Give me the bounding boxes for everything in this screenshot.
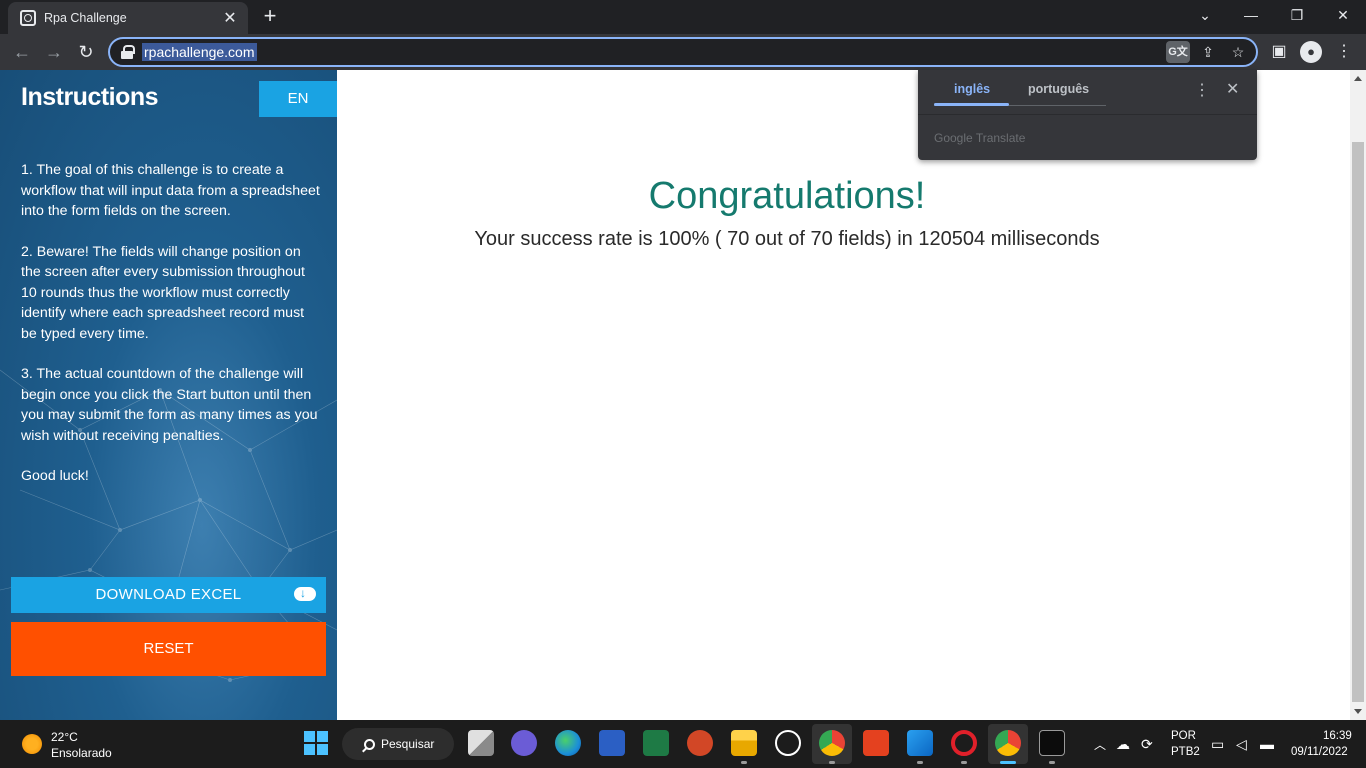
edge-browser-icon[interactable] <box>555 730 581 756</box>
excel-icon[interactable] <box>643 730 669 756</box>
url-text[interactable]: rpachallenge.com <box>142 43 257 61</box>
battery-icon[interactable]: ▬ <box>1260 736 1274 752</box>
scroll-down-arrow-icon[interactable] <box>1354 709 1362 714</box>
chrome-icon[interactable] <box>819 730 845 756</box>
windows-start-icon[interactable] <box>303 730 329 756</box>
cloud-download-icon <box>294 584 316 602</box>
instructions-text: 1. The goal of this challenge is to crea… <box>21 160 321 507</box>
running-indicator <box>961 761 967 764</box>
word-icon[interactable] <box>599 730 625 756</box>
powerpoint-icon[interactable] <box>687 730 713 756</box>
instruction-paragraph: 3. The actual countdown of the challenge… <box>21 366 318 444</box>
clock-time[interactable]: 16:39 <box>1323 730 1352 742</box>
office-icon[interactable] <box>863 730 889 756</box>
keyboard-layout[interactable]: PTB2 <box>1171 746 1200 758</box>
tray-chevron-up-icon[interactable]: ︿ <box>1094 736 1106 753</box>
taskbar-search-label: Pesquisar <box>381 737 435 751</box>
forward-arrow-icon[interactable]: → <box>42 40 66 64</box>
running-indicator <box>917 761 923 764</box>
translate-active-tab-indicator <box>934 103 1009 106</box>
browser-toolbar: ← → ↻ rpachallenge.com G文 ⇪ ☆ ▣ ● ⋮ <box>0 34 1366 70</box>
translate-tab-target[interactable]: português <box>1028 82 1089 96</box>
sync-icon[interactable]: ⟳ <box>1141 736 1153 753</box>
translate-tab-source[interactable]: inglês <box>954 82 990 96</box>
translate-close-icon[interactable]: ✕ <box>1226 79 1239 99</box>
tab-search-icon[interactable]: ⌄ <box>1190 5 1220 25</box>
browser-tab[interactable]: Rpa Challenge ✕ <box>8 2 248 34</box>
weather-description[interactable]: Ensolarado <box>51 746 112 760</box>
menu-kebab-icon[interactable]: ⋮ <box>1332 40 1356 64</box>
scroll-thumb[interactable] <box>1352 142 1364 702</box>
translate-icon[interactable]: G文 <box>1166 41 1190 63</box>
running-indicator <box>741 761 747 764</box>
instruction-paragraph: 1. The goal of this challenge is to crea… <box>21 162 320 219</box>
instruction-paragraph: 2. Beware! The fields will change positi… <box>21 243 305 342</box>
good-luck-text: Good luck! <box>21 468 89 484</box>
sun-weather-icon[interactable] <box>22 734 42 754</box>
browser-tab-strip: Rpa Challenge ✕ + ⌄ — ❐ ✕ <box>0 0 1366 34</box>
running-indicator-active <box>1000 761 1016 764</box>
teams-chat-icon[interactable] <box>511 730 537 756</box>
windows-taskbar: 22°C Ensolarado Pesquisar ︿ ☁ ⟳ POR PTB2… <box>0 720 1366 768</box>
onedrive-cloud-icon[interactable]: ☁ <box>1116 736 1130 753</box>
instructions-sidebar: Instructions EN 1. The goal of this chal… <box>0 70 337 720</box>
address-bar[interactable]: rpachallenge.com G文 ⇪ ☆ <box>108 37 1258 67</box>
lock-icon[interactable] <box>120 45 135 59</box>
new-tab-button[interactable]: + <box>258 5 282 27</box>
tab-close-icon[interactable]: ✕ <box>218 8 242 28</box>
search-icon <box>364 738 375 750</box>
download-excel-button[interactable]: DOWNLOAD EXCEL <box>11 577 326 613</box>
reset-button[interactable]: RESET <box>11 622 326 676</box>
translate-separator <box>918 114 1257 115</box>
running-indicator <box>829 761 835 764</box>
page-scrollbar[interactable] <box>1350 70 1366 720</box>
back-arrow-icon[interactable]: ← <box>10 40 34 64</box>
vscode-icon[interactable] <box>907 730 933 756</box>
page-content: Instructions EN 1. The goal of this chal… <box>0 70 1366 720</box>
language-button[interactable]: EN <box>259 81 337 117</box>
success-rate-text: Your success rate is 100% ( 70 out of 70… <box>474 228 1100 250</box>
instructions-title: Instructions <box>21 83 159 111</box>
translate-popup: inglês português ⋮ ✕ Google Translate <box>918 70 1257 160</box>
side-panel-icon[interactable]: ▣ <box>1267 40 1291 64</box>
minimize-button[interactable]: — <box>1236 5 1266 25</box>
file-explorer-icon[interactable] <box>731 730 757 756</box>
opera-icon[interactable] <box>951 730 977 756</box>
terminal-icon[interactable] <box>1039 730 1065 756</box>
reload-icon[interactable]: ↻ <box>74 40 98 64</box>
running-indicator <box>1049 761 1055 764</box>
translate-more-options-icon[interactable]: ⋮ <box>1194 80 1210 100</box>
bookmark-star-icon[interactable]: ☆ <box>1226 41 1250 63</box>
taskbar-search[interactable]: Pesquisar <box>342 728 454 760</box>
congratulations-heading: Congratulations! <box>648 175 926 217</box>
input-language[interactable]: POR <box>1171 730 1196 742</box>
share-icon[interactable]: ⇪ <box>1196 41 1220 63</box>
download-excel-label: DOWNLOAD EXCEL <box>95 586 242 603</box>
network-monitor-icon[interactable]: ▭ <box>1211 736 1224 753</box>
profile-avatar-icon[interactable]: ● <box>1300 41 1322 63</box>
chrome-icon[interactable] <box>995 730 1021 756</box>
restore-button[interactable]: ❐ <box>1282 5 1312 25</box>
scroll-up-arrow-icon[interactable] <box>1354 76 1362 81</box>
google-translate-brand: Google Translate <box>934 131 1026 145</box>
tab-title: Rpa Challenge <box>44 11 127 25</box>
task-view-icon[interactable] <box>468 730 494 756</box>
rpa-favicon-icon <box>20 10 36 26</box>
dell-icon[interactable] <box>775 730 801 756</box>
clock-date[interactable]: 09/11/2022 <box>1291 746 1348 758</box>
close-window-button[interactable]: ✕ <box>1328 5 1358 25</box>
speaker-volume-icon[interactable]: ◁ <box>1236 736 1247 753</box>
weather-temperature[interactable]: 22°C <box>51 730 78 744</box>
